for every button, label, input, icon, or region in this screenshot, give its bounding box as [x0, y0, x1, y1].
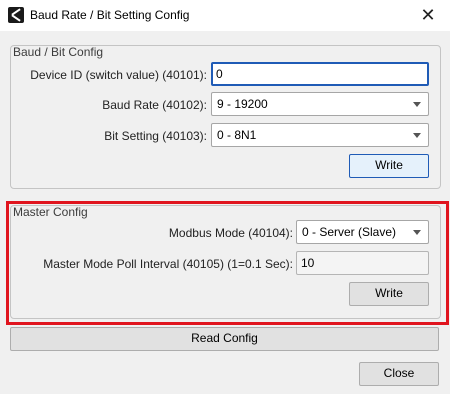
dialog-body: Baud / Bit Config Device ID (switch valu…: [0, 31, 450, 394]
baud-rate-label: Baud Rate (40102):: [102, 98, 207, 112]
master-config-group-title: Master Config: [13, 205, 88, 219]
chevron-down-icon: [413, 230, 421, 235]
app-icon: [8, 7, 24, 23]
close-button[interactable]: Close: [359, 362, 439, 386]
baud-write-button[interactable]: Write: [349, 154, 429, 178]
chevron-down-icon: [413, 133, 421, 138]
baud-rate-select[interactable]: 9 - 19200: [211, 92, 429, 116]
baud-rate-value: 9 - 19200: [217, 97, 268, 111]
device-id-input[interactable]: 0: [211, 62, 429, 86]
bit-setting-value: 0 - 8N1: [217, 128, 257, 142]
chevron-down-icon: [413, 102, 421, 107]
poll-interval-label: Master Mode Poll Interval (40105) (1=0.1…: [43, 257, 293, 271]
device-id-label: Device ID (switch value) (40101):: [30, 68, 207, 82]
modbus-mode-value: 0 - Server (Slave): [302, 225, 397, 239]
baud-bit-group-title: Baud / Bit Config: [13, 45, 104, 59]
poll-interval-input[interactable]: 10: [296, 251, 429, 275]
modbus-mode-select[interactable]: 0 - Server (Slave): [296, 220, 429, 244]
window-title: Baud Rate / Bit Setting Config: [30, 8, 190, 22]
read-config-button[interactable]: Read Config: [10, 327, 439, 351]
bit-setting-label: Bit Setting (40103):: [104, 129, 207, 143]
close-icon[interactable]: ✕: [416, 3, 440, 27]
modbus-mode-label: Modbus Mode (40104):: [168, 226, 293, 240]
title-bar: Baud Rate / Bit Setting Config ✕: [0, 0, 450, 31]
bit-setting-select[interactable]: 0 - 8N1: [211, 123, 429, 147]
master-write-button[interactable]: Write: [349, 282, 429, 306]
